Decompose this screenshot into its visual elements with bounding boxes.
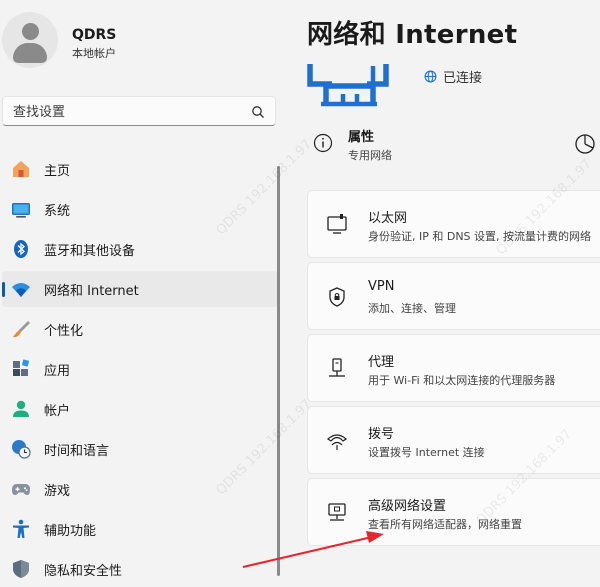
page-title: 网络和 Internet (307, 20, 518, 50)
wifi-icon (12, 283, 30, 297)
sidebar-item-accessibility[interactable]: 辅助功能 (2, 511, 278, 547)
accessibility-icon (13, 519, 29, 538)
sidebar-item-privacy[interactable]: 隐私和安全性 (2, 551, 278, 587)
card-subtitle: 用于 Wi-Fi 和以太网连接的代理服务器 (368, 374, 556, 387)
search-icon[interactable] (251, 105, 265, 119)
sidebar-item-label: 主页 (44, 164, 71, 179)
sidebar: QDRS 本地帐户 主页 系统 蓝牙和其他设备 (0, 0, 290, 584)
card-ethernet[interactable]: 以太网 身份验证, IP 和 DNS 设置, 按流量计费的网络 (307, 190, 600, 258)
card-advanced-network[interactable]: 高级网络设置 查看所有网络适配器，网络重置 (307, 478, 600, 546)
card-subtitle: 添加、连接、管理 (368, 302, 456, 315)
sidebar-item-label: 应用 (44, 364, 71, 379)
globe-icon (424, 70, 437, 83)
data-usage-pie-icon[interactable] (574, 133, 596, 155)
shield-icon (13, 560, 29, 578)
search-box[interactable] (2, 96, 276, 126)
vpn-shield-icon (329, 287, 345, 307)
properties-title[interactable]: 属性 (348, 126, 374, 145)
card-title: 以太网 (368, 211, 408, 226)
sidebar-item-gaming[interactable]: 游戏 (2, 471, 278, 507)
card-vpn[interactable]: VPN 添加、连接、管理 (307, 262, 600, 330)
user-avatar[interactable] (2, 12, 58, 68)
active-indicator (2, 282, 5, 297)
account-icon (13, 400, 29, 417)
sidebar-item-time-language[interactable]: 时间和语言 (2, 431, 278, 467)
sidebar-item-label: 游戏 (44, 484, 71, 499)
card-subtitle: 设置拨号 Internet 连接 (368, 446, 485, 459)
sidebar-item-label: 帐户 (44, 404, 71, 419)
advanced-network-icon (328, 503, 346, 521)
sidebar-item-label: 辅助功能 (44, 524, 97, 539)
card-subtitle: 身份验证, IP 和 DNS 设置, 按流量计费的网络 (368, 230, 592, 243)
dialup-icon (327, 434, 347, 450)
system-monitor-icon (12, 203, 30, 218)
search-input[interactable] (11, 102, 245, 122)
card-dialup[interactable]: 拨号 设置拨号 Internet 连接 (307, 406, 600, 474)
user-account-type: 本地帐户 (72, 47, 116, 60)
info-icon[interactable] (313, 133, 333, 153)
sidebar-item-network[interactable]: 网络和 Internet (2, 271, 278, 307)
sidebar-item-label: 个性化 (44, 324, 84, 339)
sidebar-item-bluetooth[interactable]: 蓝牙和其他设备 (2, 231, 278, 267)
sidebar-item-accounts[interactable]: 帐户 (2, 391, 278, 427)
card-title: 代理 (368, 355, 395, 370)
gamepad-icon (12, 484, 30, 495)
sidebar-item-apps[interactable]: 应用 (2, 351, 278, 387)
sidebar-item-label: 隐私和安全性 (44, 564, 123, 579)
ethernet-network-hero-icon (307, 64, 389, 107)
card-title: 拨号 (368, 427, 395, 442)
sidebar-item-label: 网络和 Internet (44, 284, 139, 299)
card-title: VPN (368, 279, 395, 294)
sidebar-item-label: 蓝牙和其他设备 (44, 244, 136, 259)
sidebar-scrollbar[interactable] (277, 166, 280, 576)
sidebar-item-personalization[interactable]: 个性化 (2, 311, 278, 347)
status-text: 已连接 (443, 71, 483, 86)
globe-clock-icon (12, 440, 31, 459)
sidebar-item-home[interactable]: 主页 (2, 151, 278, 187)
card-title: 高级网络设置 (368, 499, 447, 514)
sidebar-item-label: 时间和语言 (44, 444, 110, 459)
proxy-icon (329, 358, 345, 377)
card-subtitle: 查看所有网络适配器，网络重置 (368, 518, 522, 531)
card-proxy[interactable]: 代理 用于 Wi-Fi 和以太网连接的代理服务器 (307, 334, 600, 402)
home-icon (13, 161, 29, 177)
connection-status: 已连接 (424, 67, 482, 86)
ethernet-icon (327, 214, 347, 234)
sidebar-item-label: 系统 (44, 204, 71, 219)
sidebar-item-system[interactable]: 系统 (2, 191, 278, 227)
user-name[interactable]: QDRS (72, 27, 116, 43)
properties-subtitle: 专用网络 (348, 149, 392, 162)
bluetooth-icon (14, 240, 28, 258)
apps-icon (13, 359, 30, 376)
paintbrush-icon (13, 321, 30, 338)
